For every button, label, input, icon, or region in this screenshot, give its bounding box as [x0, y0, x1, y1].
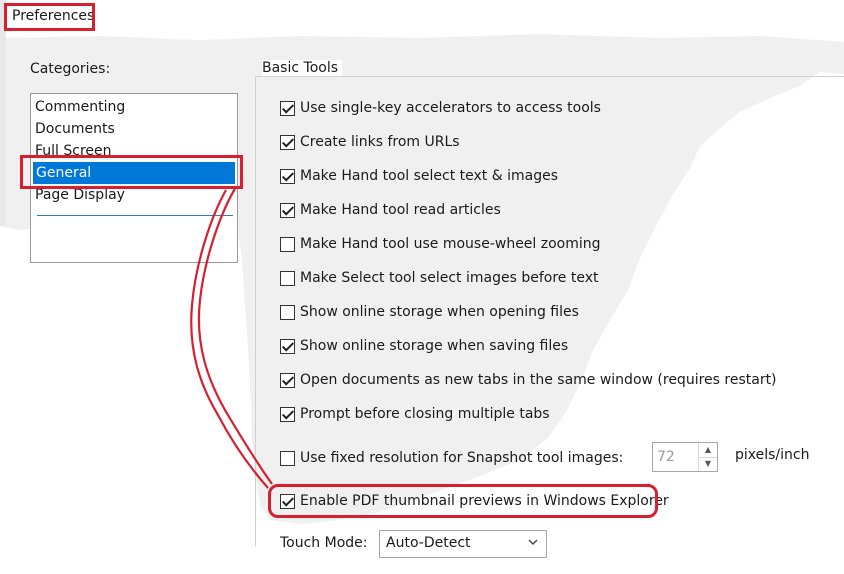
- option-hand-select-text[interactable]: Make Hand tool select text & images: [280, 165, 558, 187]
- option-label: Use single-key accelerators to access to…: [300, 100, 601, 116]
- title-highlight-box: [4, 3, 95, 31]
- option-label: Make Hand tool read articles: [300, 202, 501, 218]
- option-label: Show online storage when opening files: [300, 304, 579, 320]
- checkbox[interactable]: [280, 236, 295, 252]
- spin-down-icon[interactable]: ▼: [698, 457, 717, 471]
- category-item-documents[interactable]: Documents: [35, 118, 235, 140]
- option-single-key-accelerators[interactable]: Use single-key accelerators to access to…: [280, 97, 601, 119]
- resolution-spinbox[interactable]: ▲ ▼: [652, 442, 718, 472]
- option-hand-read-articles[interactable]: Make Hand tool read articles: [280, 199, 501, 221]
- option-label: Prompt before closing multiple tabs: [300, 406, 550, 422]
- categories-label: Categories:: [30, 61, 111, 77]
- checkbox[interactable]: [280, 372, 295, 388]
- option-hand-mouse-wheel-zoom[interactable]: Make Hand tool use mouse-wheel zooming: [280, 233, 601, 255]
- thumbnail-highlight-box: [268, 484, 658, 518]
- option-label: Make Hand tool use mouse-wheel zooming: [300, 236, 601, 252]
- option-online-storage-saving[interactable]: Show online storage when saving files: [280, 335, 568, 357]
- checkbox[interactable]: [280, 338, 295, 354]
- checkbox[interactable]: [280, 406, 295, 422]
- general-highlight-box: [20, 155, 243, 189]
- checkbox[interactable]: [280, 304, 295, 320]
- preferences-page: Preferences Categories: Commenting Docum…: [0, 0, 844, 574]
- list-divider: [37, 215, 233, 216]
- touch-mode-value: Auto-Detect: [386, 535, 471, 551]
- option-label: Show online storage when saving files: [300, 338, 569, 354]
- resolution-units: pixels/inch: [735, 447, 810, 463]
- basic-tools-label: Basic Tools: [262, 60, 343, 76]
- category-item-commenting[interactable]: Commenting: [35, 96, 235, 118]
- option-open-as-tabs[interactable]: Open documents as new tabs in the same w…: [280, 369, 777, 391]
- spin-up-icon[interactable]: ▲: [698, 443, 717, 458]
- checkbox[interactable]: [280, 202, 295, 218]
- option-label: Open documents as new tabs in the same w…: [300, 372, 777, 388]
- touch-mode-label: Touch Mode:: [280, 535, 368, 551]
- option-label: Create links from URLs: [300, 134, 460, 150]
- option-label: Make Select tool select images before te…: [300, 270, 599, 286]
- option-online-storage-opening[interactable]: Show online storage when opening files: [280, 301, 579, 323]
- option-snapshot-resolution[interactable]: Use fixed resolution for Snapshot tool i…: [280, 447, 623, 469]
- option-label: Make Hand tool select text & images: [300, 168, 559, 184]
- option-prompt-closing-tabs[interactable]: Prompt before closing multiple tabs: [280, 403, 550, 425]
- checkbox[interactable]: [280, 270, 295, 286]
- touch-mode-select[interactable]: Auto-Detect: [379, 530, 547, 558]
- resolution-input[interactable]: [653, 443, 699, 471]
- option-select-images-first[interactable]: Make Select tool select images before te…: [280, 267, 598, 289]
- chevron-down-icon: [528, 539, 538, 545]
- checkbox[interactable]: [280, 450, 295, 466]
- checkbox[interactable]: [280, 100, 295, 116]
- checkbox[interactable]: [280, 168, 295, 184]
- option-create-links[interactable]: Create links from URLs: [280, 131, 460, 153]
- checkbox[interactable]: [280, 134, 295, 150]
- option-label: Use fixed resolution for Snapshot tool i…: [300, 450, 624, 466]
